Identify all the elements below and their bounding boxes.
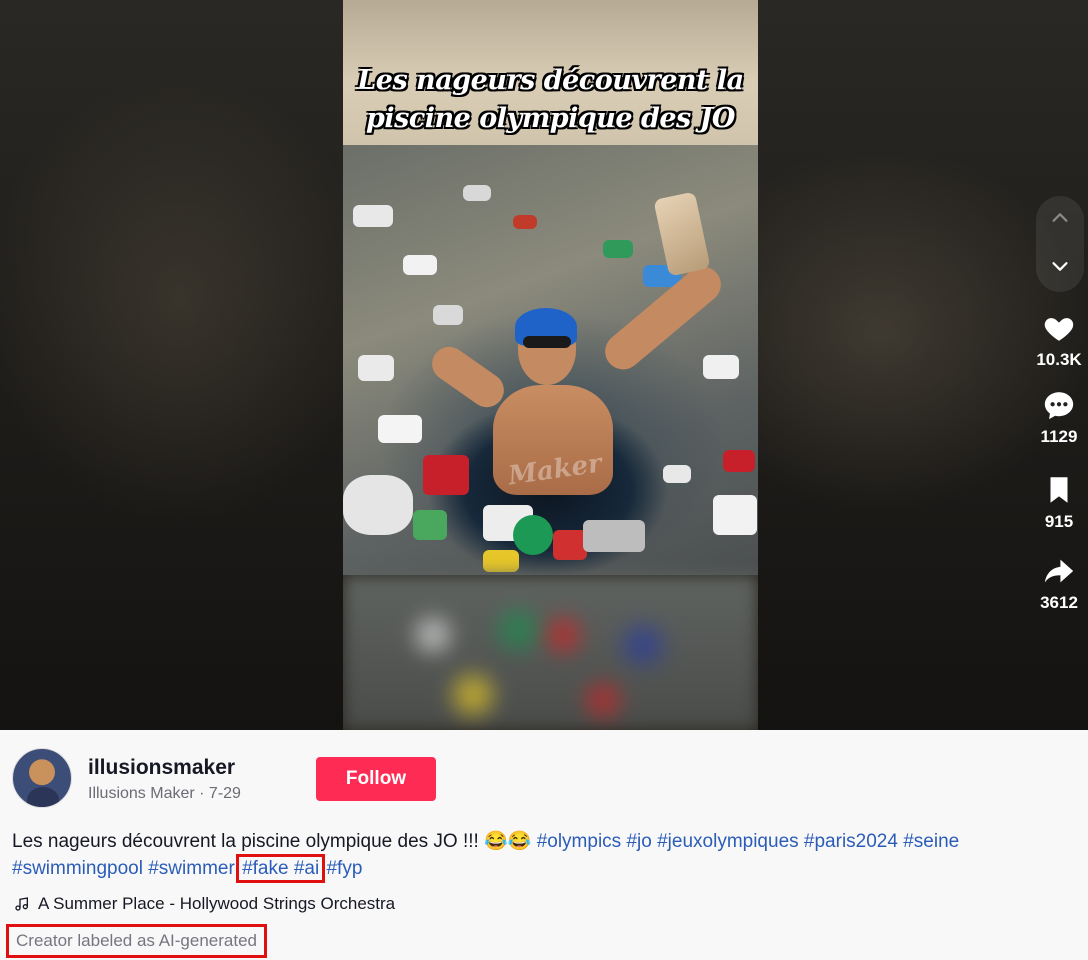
trash-item <box>483 550 519 572</box>
heart-icon <box>1044 318 1074 341</box>
overlay-title-line1: Les nageurs découvrent la <box>357 65 744 96</box>
comment-count: 1129 <box>1040 427 1078 446</box>
trash-item <box>713 495 757 535</box>
hashtag[interactable]: #jo <box>626 831 651 852</box>
follow-button[interactable]: Follow <box>316 757 436 801</box>
trash-item <box>553 530 587 560</box>
trash-item <box>413 510 447 540</box>
trash-item <box>343 475 413 535</box>
trash-item <box>513 515 553 555</box>
hashtag[interactable]: #seine <box>903 831 959 852</box>
comment-button[interactable] <box>1039 385 1079 425</box>
highlighted-hashtags: #fake #ai <box>236 854 326 883</box>
share-action: 3612 <box>1028 551 1088 613</box>
hashtag[interactable]: #jeuxolympiques <box>657 831 799 852</box>
author-display-name: Illusions Maker <box>88 785 195 802</box>
trash-item <box>433 305 463 325</box>
like-action: 10.3K <box>1028 308 1088 370</box>
save-count: 915 <box>1044 512 1074 531</box>
trash-item <box>353 205 393 227</box>
bookmark-icon <box>1050 477 1068 503</box>
video-stage: Maker Les nageurs découvrent la piscine … <box>0 0 1088 730</box>
like-count: 10.3K <box>1036 350 1082 369</box>
share-arrow-icon <box>1044 559 1074 583</box>
chevron-down-icon <box>1052 261 1068 271</box>
trash-item <box>358 355 394 381</box>
hashtag-fake[interactable]: #fake <box>242 858 288 879</box>
comment-action: 1129 <box>1028 385 1088 447</box>
ai-generated-label: Creator labeled as AI-generated <box>6 924 267 958</box>
video-player[interactable]: Maker Les nageurs découvrent la piscine … <box>343 0 758 730</box>
save-button[interactable] <box>1039 470 1079 510</box>
music-link[interactable]: A Summer Place - Hollywood Strings Orche… <box>14 894 395 914</box>
like-button[interactable] <box>1039 308 1079 348</box>
goggles <box>523 336 571 348</box>
previous-video-button[interactable] <box>1049 207 1071 234</box>
post-date: 7-29 <box>208 785 241 802</box>
hashtag[interactable]: #swimmingpool <box>12 858 143 879</box>
author-username[interactable]: illusionsmaker <box>88 756 235 780</box>
trash-item <box>513 215 537 229</box>
author-meta: Illusions Maker · 7-29 <box>88 785 241 803</box>
video-nav <box>1036 196 1084 292</box>
trash-item <box>603 240 633 258</box>
video-caption: Les nageurs découvrent la piscine olympi… <box>12 828 1080 883</box>
hashtag[interactable]: #fyp <box>326 858 362 879</box>
avatar[interactable] <box>12 748 72 808</box>
trash-item <box>583 520 645 552</box>
meta-separator: · <box>194 785 209 802</box>
trash-item <box>703 355 739 379</box>
video-info-panel: illusionsmaker Illusions Maker · 7-29 Fo… <box>0 730 1088 960</box>
hashtag[interactable]: #paris2024 <box>804 831 898 852</box>
hashtag-ai[interactable]: #ai <box>294 858 319 879</box>
hashtag[interactable]: #swimmer <box>148 858 235 879</box>
video-overlay-title: Les nageurs découvrent la piscine olympi… <box>343 62 758 138</box>
share-button[interactable] <box>1039 551 1079 591</box>
share-count: 3612 <box>1040 593 1078 612</box>
save-action: 915 <box>1028 470 1088 532</box>
caption-text: Les nageurs découvrent la piscine olympi… <box>12 831 532 852</box>
music-note-icon <box>15 897 28 911</box>
overlay-title-line2: piscine olympique des JO <box>366 103 735 134</box>
hashtag[interactable]: #olympics <box>537 831 621 852</box>
video-blurred-bottom <box>343 575 758 730</box>
next-video-button[interactable] <box>1049 255 1071 282</box>
trash-item <box>403 255 437 275</box>
comment-icon <box>1044 392 1074 420</box>
trash-item <box>723 450 755 472</box>
chevron-up-icon <box>1052 212 1068 222</box>
trash-item <box>663 465 691 483</box>
trash-item <box>378 415 422 443</box>
trash-item <box>423 455 469 495</box>
music-title: A Summer Place - Hollywood Strings Orche… <box>38 894 396 913</box>
trash-item <box>463 185 491 201</box>
